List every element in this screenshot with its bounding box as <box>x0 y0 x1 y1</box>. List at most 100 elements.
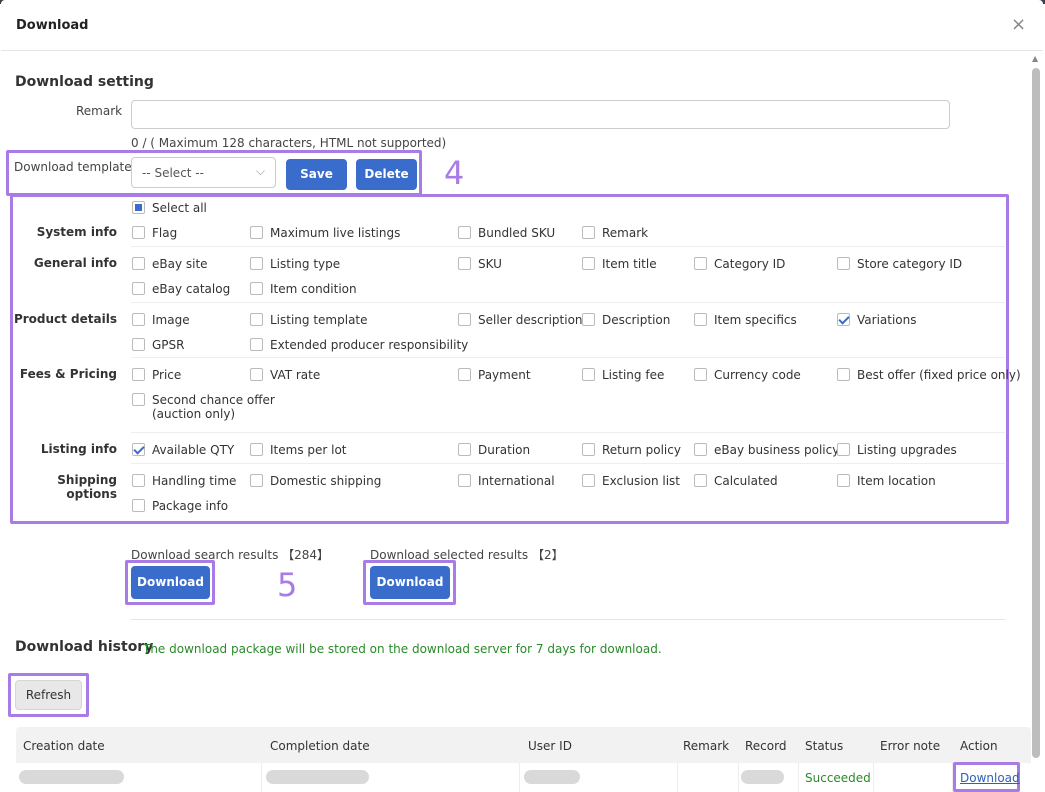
field-checkbox-seller-description[interactable]: Seller description <box>458 313 583 327</box>
field-checkbox-available-qty[interactable]: Available QTY <box>132 443 234 457</box>
checkbox-icon[interactable] <box>132 368 145 381</box>
field-checkbox-currency-code[interactable]: Currency code <box>694 368 801 382</box>
checkbox-icon[interactable] <box>837 257 850 270</box>
checkbox-icon[interactable] <box>132 499 145 512</box>
checkbox-icon[interactable] <box>458 257 471 270</box>
download-selected-results-button[interactable]: Download <box>370 566 450 599</box>
field-checkbox-listing-upgrades[interactable]: Listing upgrades <box>837 443 957 457</box>
checkbox-icon[interactable] <box>458 313 471 326</box>
checkbox-icon[interactable] <box>837 474 850 487</box>
section-divider <box>131 619 1005 620</box>
checkbox-icon[interactable] <box>132 313 145 326</box>
field-checkbox-handling-time[interactable]: Handling time <box>132 474 236 488</box>
checkbox-icon[interactable] <box>694 368 707 381</box>
field-checkbox-listing-template[interactable]: Listing template <box>250 313 368 327</box>
checkbox-checked-icon[interactable] <box>837 313 850 326</box>
delete-template-button[interactable]: Delete <box>356 159 417 190</box>
checkbox-partial-icon[interactable] <box>132 201 145 214</box>
field-checkbox-package-info[interactable]: Package info <box>132 499 228 513</box>
checkbox-icon[interactable] <box>250 282 263 295</box>
field-checkbox-return-policy[interactable]: Return policy <box>582 443 681 457</box>
checkbox-icon[interactable] <box>694 474 707 487</box>
checkbox-icon[interactable] <box>582 474 595 487</box>
field-checkbox-extended-producer-responsibility[interactable]: Extended producer responsibility <box>250 338 468 352</box>
checkbox-label: Item condition <box>270 282 357 296</box>
checkbox-icon[interactable] <box>132 226 145 239</box>
field-checkbox-listing-type[interactable]: Listing type <box>250 257 340 271</box>
field-checkbox-bundled-sku[interactable]: Bundled SKU <box>458 226 555 240</box>
field-checkbox-items-per-lot[interactable]: Items per lot <box>250 443 347 457</box>
field-checkbox-domestic-shipping[interactable]: Domestic shipping <box>250 474 381 488</box>
checkbox-icon[interactable] <box>694 443 707 456</box>
checkbox-icon[interactable] <box>250 474 263 487</box>
checkbox-icon[interactable] <box>250 257 263 270</box>
download-search-results-button[interactable]: Download <box>131 566 210 599</box>
checkbox-icon[interactable] <box>132 257 145 270</box>
checkbox-icon[interactable] <box>582 257 595 270</box>
field-checkbox-item-location[interactable]: Item location <box>837 474 936 488</box>
checkbox-icon[interactable] <box>132 474 145 487</box>
checkbox-icon[interactable] <box>250 226 263 239</box>
field-checkbox-sku[interactable]: SKU <box>458 257 502 271</box>
field-checkbox-item-condition[interactable]: Item condition <box>250 282 357 296</box>
scroll-up-icon[interactable]: ▲ <box>1032 54 1038 63</box>
scrollbar-thumb[interactable] <box>1032 68 1040 758</box>
field-checkbox-category-id[interactable]: Category ID <box>694 257 785 271</box>
field-checkbox-gpsr[interactable]: GPSR <box>132 338 185 352</box>
checkbox-icon[interactable] <box>837 443 850 456</box>
close-icon[interactable]: × <box>1011 15 1026 35</box>
field-checkbox-remark[interactable]: Remark <box>582 226 648 240</box>
field-checkbox-price[interactable]: Price <box>132 368 181 382</box>
checkbox-icon[interactable] <box>582 443 595 456</box>
field-checkbox-best-offer-fixed-price-only[interactable]: Best offer (fixed price only) <box>837 368 1021 382</box>
field-checkbox-second-chance-offer-auction-only[interactable]: Second chance offer (auction only) <box>132 393 302 421</box>
download-template-label: Download template <box>14 160 132 174</box>
field-checkbox-maximum-live-listings[interactable]: Maximum live listings <box>250 226 400 240</box>
checkbox-icon[interactable] <box>458 368 471 381</box>
checkbox-icon[interactable] <box>582 313 595 326</box>
checkbox-icon[interactable] <box>458 474 471 487</box>
checkbox-icon[interactable] <box>582 368 595 381</box>
field-checkbox-description[interactable]: Description <box>582 313 670 327</box>
field-checkbox-ebay-site[interactable]: eBay site <box>132 257 208 271</box>
checkbox-icon[interactable] <box>250 338 263 351</box>
field-checkbox-calculated[interactable]: Calculated <box>694 474 778 488</box>
field-checkbox-item-title[interactable]: Item title <box>582 257 657 271</box>
checkbox-icon[interactable] <box>582 226 595 239</box>
remark-label: Remark <box>76 104 123 118</box>
field-checkbox-flag[interactable]: Flag <box>132 226 177 240</box>
field-checkbox-ebay-catalog[interactable]: eBay catalog <box>132 282 230 296</box>
field-checkbox-vat-rate[interactable]: VAT rate <box>250 368 320 382</box>
checkbox-icon[interactable] <box>250 443 263 456</box>
checkbox-checked-icon[interactable] <box>132 443 145 456</box>
field-checkbox-store-category-id[interactable]: Store category ID <box>837 257 962 271</box>
checkbox-icon[interactable] <box>132 393 145 406</box>
checkbox-icon[interactable] <box>694 313 707 326</box>
redacted-record <box>741 770 784 784</box>
checkbox-icon[interactable] <box>458 443 471 456</box>
checkbox-icon[interactable] <box>132 338 145 351</box>
checkbox-icon[interactable] <box>458 226 471 239</box>
checkbox-icon[interactable] <box>837 368 850 381</box>
checkbox-icon[interactable] <box>694 257 707 270</box>
field-checkbox-variations[interactable]: Variations <box>837 313 917 327</box>
dialog-scrollbar[interactable]: ▲ <box>1031 52 1041 792</box>
field-checkbox-image[interactable]: Image <box>132 313 190 327</box>
remark-input[interactable] <box>131 100 950 129</box>
refresh-button[interactable]: Refresh <box>15 680 82 710</box>
field-checkbox-listing-fee[interactable]: Listing fee <box>582 368 664 382</box>
field-checkbox-exclusion-list[interactable]: Exclusion list <box>582 474 680 488</box>
col-status: Status <box>805 739 844 753</box>
field-checkbox-item-specifics[interactable]: Item specifics <box>694 313 797 327</box>
select-all-checkbox[interactable]: Select all <box>132 201 207 215</box>
field-checkbox-international[interactable]: International <box>458 474 555 488</box>
template-select[interactable]: -- Select -- ⌵ <box>131 157 276 188</box>
checkbox-icon[interactable] <box>250 368 263 381</box>
field-checkbox-ebay-business-policy[interactable]: eBay business policy <box>694 443 839 457</box>
history-download-link[interactable]: Download <box>960 771 1020 785</box>
checkbox-icon[interactable] <box>132 282 145 295</box>
field-checkbox-payment[interactable]: Payment <box>458 368 531 382</box>
checkbox-icon[interactable] <box>250 313 263 326</box>
save-template-button[interactable]: Save <box>286 159 347 190</box>
field-checkbox-duration[interactable]: Duration <box>458 443 530 457</box>
